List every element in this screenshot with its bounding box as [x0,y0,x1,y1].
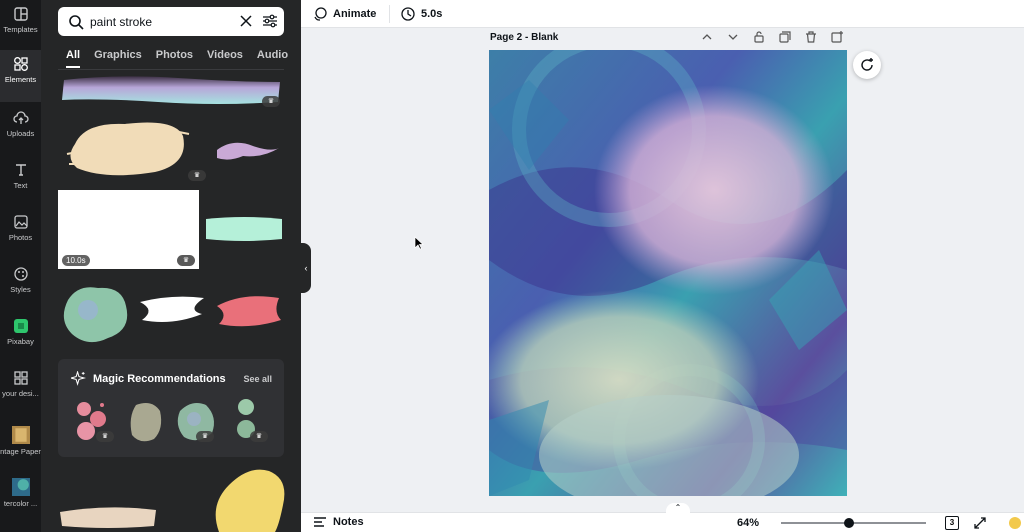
text-icon [15,164,26,176]
pixabay-icon [13,319,28,333]
rail-label: Text [13,181,28,190]
elements-icon [13,57,28,71]
tab-videos[interactable]: Videos [207,49,243,68]
result-purple-stroke[interactable] [213,136,283,166]
notes-icon [314,517,326,527]
result-beige-stroke[interactable] [58,500,158,532]
result-white-stroke[interactable] [136,292,208,328]
rail-label: tercolor ... [3,499,38,508]
duration-button[interactable]: 5.0s [401,5,442,23]
animate-label: Animate [333,8,377,20]
rail-label: ntage Paper [0,447,41,456]
page-title[interactable]: Page 2 - Blank [490,32,558,43]
premium-badge: ♛ [96,431,114,442]
trash-icon[interactable] [804,30,818,44]
rail-label: Photos [8,233,33,242]
help-button[interactable] [1009,517,1021,529]
mouse-cursor-icon [414,236,424,250]
premium-badge: ♛ [188,170,206,181]
rail-item-templates[interactable]: Templates [0,0,41,50]
tab-audio[interactable]: Audio [257,49,288,68]
rail-item-vintage-paper[interactable]: ntage Paper [0,420,41,468]
zoom-level[interactable]: 64% [737,517,759,529]
notes-button[interactable]: Notes [313,516,364,528]
rail-label: Uploads [6,129,35,138]
add-page-icon[interactable] [830,30,844,44]
result-cream-stroke[interactable] [65,114,195,184]
collapse-panel-button[interactable]: ‹ [301,243,311,293]
fullscreen-icon[interactable] [973,516,987,530]
rail-item-watercolor[interactable]: tercolor ... [0,472,41,520]
cloud-upload-icon [12,111,29,124]
magic-title: Magic Recommendations [93,373,226,385]
filter-icon[interactable] [262,13,278,29]
grid-icon [13,371,28,385]
rail-item-photos[interactable]: Photos [0,208,41,258]
design-canvas[interactable] [489,50,847,496]
search-icon [69,14,84,30]
duplicate-icon[interactable] [778,30,792,44]
result-video-white[interactable]: 10.0s ♛ [58,190,199,269]
rail-label: your desi... [2,389,39,398]
notes-label: Notes [333,516,364,528]
photo-icon [13,215,28,229]
duration-label: 5.0s [421,8,443,20]
rail-item-pixabay[interactable]: Pixabay [0,312,41,362]
tab-all[interactable]: All [66,49,81,68]
rail-item-uploads[interactable]: Uploads [0,104,41,154]
chevron-down-icon[interactable] [726,30,740,44]
bottom-bar: ⌃ Notes 64% 3 [301,503,1024,532]
premium-badge: ♛ [262,96,280,107]
result-yellow-stroke[interactable] [199,465,289,532]
rail-label: Templates [3,25,38,34]
tab-graphics[interactable]: Graphics [94,49,142,68]
result-mint-stroke[interactable] [204,213,284,243]
clock-icon [401,7,415,21]
tab-photos[interactable]: Photos [156,49,193,68]
premium-badge: ♛ [250,431,268,442]
top-toolbar: Animate 5.0s [301,0,1024,28]
zoom-slider-knob[interactable] [844,518,855,528]
magic-recommendations: Magic Recommendations See all ♛ ♛ ♛ [58,359,284,457]
rail-item-styles[interactable]: Styles [0,260,41,310]
left-rail: Templates Elements Uploads Text Photos S… [0,0,41,532]
sparkle-icon [71,371,86,386]
video-duration: 10.0s [62,255,90,266]
premium-badge: ♛ [196,431,214,442]
page-count-button[interactable]: 3 [945,516,959,530]
elements-panel: All Graphics Photos Videos Audio ♛ ♛ 10.… [41,0,301,532]
magic-resize-button[interactable] [853,51,881,79]
toolbar-divider [389,5,390,23]
chevron-up-icon[interactable] [700,30,714,44]
search-box[interactable] [58,7,284,36]
page-tools [700,30,844,44]
search-input[interactable] [90,14,230,29]
rail-item-elements[interactable]: Elements [0,50,41,102]
animate-icon [314,7,327,21]
rec-grey-splash[interactable] [128,399,164,445]
rail-item-text[interactable]: Text [0,156,41,206]
rail-label: Elements [4,75,37,84]
category-tabs: All Graphics Photos Videos Audio [66,49,301,68]
rail-label: Styles [10,285,31,294]
rail-label: Pixabay [7,337,34,346]
refresh-add-icon [861,58,873,71]
lock-icon[interactable] [752,30,766,44]
animate-button[interactable]: Animate [313,5,376,23]
premium-badge: ♛ [177,255,195,266]
tabs-divider [58,69,284,70]
show-pages-button[interactable]: ⌃ [666,503,690,515]
vintage-paper-icon [11,426,30,444]
zoom-slider[interactable] [781,518,926,528]
close-icon[interactable] [238,13,254,29]
templates-icon [13,7,28,21]
result-coral-stroke[interactable] [213,290,283,330]
result-lilac-teal-stroke[interactable] [58,72,284,110]
result-teal-splash[interactable] [58,280,133,350]
see-all-link[interactable]: See all [243,374,272,384]
palette-icon [13,267,28,281]
rail-item-your-designs[interactable]: your desi... [0,364,41,414]
watercolor-icon [11,478,30,496]
